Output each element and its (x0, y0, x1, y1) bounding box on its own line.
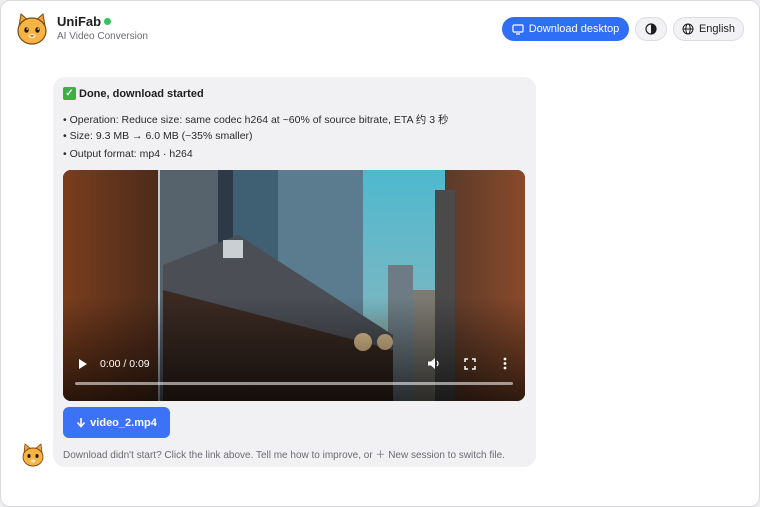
play-icon[interactable] (78, 358, 88, 370)
language-label: English (698, 23, 736, 35)
progress-bar[interactable] (75, 382, 513, 385)
check-mark-icon: ✓ (63, 87, 76, 100)
time-display: 0:00 / 0:09 (100, 358, 150, 370)
assistant-message: ✓ Done, download started • Operation: Re… (53, 77, 536, 467)
app-title: UniFab (57, 14, 102, 29)
header: UniFab AI Video Conversion Download desk… (1, 1, 759, 57)
file-name-label: video_2.mp4 (90, 416, 157, 429)
more-vertical-icon[interactable] (503, 357, 507, 370)
size-line: • Size: 9.3 MB → 6.0 MB (~35% smaller) (63, 130, 253, 142)
operation-line: • Operation: Reduce size: same codec h26… (63, 114, 449, 126)
volume-icon[interactable] (427, 357, 441, 370)
globe-icon (682, 23, 694, 35)
output-format-line: • Output format: mp4 · h264 (63, 148, 193, 160)
message-title-text: Done, download started (79, 87, 204, 100)
cat-face-icon (17, 13, 47, 45)
monitor-icon (512, 23, 524, 35)
download-file-button[interactable]: video_2.mp4 (63, 407, 170, 438)
download-desktop-label: Download desktop (528, 23, 620, 35)
online-status-dot (104, 18, 111, 25)
language-selector[interactable]: English (673, 17, 744, 41)
app-window: UniFab AI Video Conversion Download desk… (0, 0, 760, 507)
message-title: ✓ Done, download started (63, 87, 204, 100)
download-arrow-icon (77, 418, 86, 428)
assistant-avatar-icon (22, 443, 44, 467)
theme-toggle-button[interactable] (635, 17, 667, 41)
fullscreen-icon[interactable] (464, 358, 476, 370)
download-desktop-button[interactable]: Download desktop (502, 17, 629, 41)
contrast-icon (645, 23, 657, 35)
app-subtitle: AI Video Conversion (57, 31, 148, 42)
download-hint: Download didn't start? Click the link ab… (63, 450, 505, 461)
video-player[interactable]: 0:00 / 0:09 (63, 170, 525, 401)
